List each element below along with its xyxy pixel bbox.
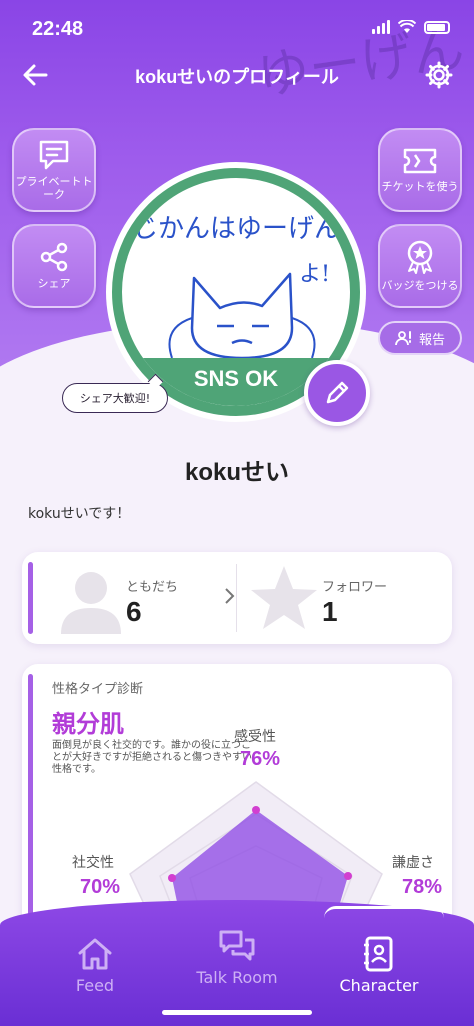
friends-count: 6 xyxy=(126,596,142,627)
chat-bubbles-icon xyxy=(219,930,255,961)
followers-label: フォロワー xyxy=(322,580,388,595)
nav-bar: kokuせいのプロフィール xyxy=(0,56,474,96)
tab-character[interactable]: Character xyxy=(314,936,444,1006)
share-label: シェア xyxy=(37,277,71,291)
badge-medal-icon xyxy=(407,241,433,275)
trait-value-sociability: 70% xyxy=(80,876,121,898)
pencil-icon xyxy=(326,381,349,404)
person-silhouette-icon xyxy=(61,572,121,634)
chevron-right-icon xyxy=(225,588,235,604)
tab-talk-room-label: Talk Room xyxy=(196,968,278,987)
status-bar: 22:48 xyxy=(0,0,474,54)
tab-feed[interactable]: Feed xyxy=(30,936,160,1006)
stats-card: ともだち 6 フォロワー 1 xyxy=(22,552,452,644)
avatar-drawing-text: じかんはゆーげん xyxy=(131,214,340,244)
private-talk-button[interactable]: プライベートトーク xyxy=(12,128,96,212)
report-button[interactable]: 報告 xyxy=(378,321,462,355)
edit-profile-button[interactable] xyxy=(304,360,370,426)
profile-username: kokuせい xyxy=(184,459,289,486)
share-button[interactable]: シェア xyxy=(12,224,96,308)
card-accent xyxy=(28,562,33,634)
battery-icon xyxy=(424,20,450,34)
friends-label: ともだち xyxy=(126,580,179,595)
trait-label-sensitivity: 感受性 xyxy=(234,729,276,745)
contacts-book-icon xyxy=(364,936,393,972)
wifi-icon xyxy=(398,20,416,33)
share-icon xyxy=(40,243,68,272)
tab-bar-highlight xyxy=(324,906,444,918)
trait-value-sensitivity: 76% xyxy=(240,748,281,770)
tab-talk-room[interactable]: Talk Room xyxy=(172,928,302,998)
private-talk-label: プライベートトーク xyxy=(15,174,93,201)
trait-label-sociability: 社交性 xyxy=(72,855,114,871)
badge-button[interactable]: バッジをつける xyxy=(378,224,462,308)
status-icons xyxy=(372,20,450,34)
gear-icon[interactable] xyxy=(424,60,454,90)
message-icon xyxy=(39,140,69,170)
cat-drawing xyxy=(168,272,316,360)
star-silhouette-icon xyxy=(251,566,317,629)
share-welcome-bubble: シェア大歓迎! xyxy=(62,383,168,413)
tab-character-label: Character xyxy=(339,976,419,995)
use-ticket-button[interactable]: チケットを使う xyxy=(378,128,462,212)
friends-stat[interactable]: ともだち 6 xyxy=(42,552,236,644)
page-title: kokuせいのプロフィール xyxy=(135,67,339,87)
stats-divider xyxy=(236,564,237,632)
profile-bio: kokuせいです！ xyxy=(28,506,131,522)
trait-value-humility: 78% xyxy=(402,876,443,898)
tab-feed-label: Feed xyxy=(75,976,115,995)
report-user-icon xyxy=(395,331,411,346)
trait-label-humility: 謙虚さ xyxy=(392,855,434,871)
report-label: 報告 xyxy=(418,332,445,348)
back-arrow-icon[interactable] xyxy=(20,60,50,90)
home-icon xyxy=(78,938,112,970)
use-ticket-label: チケットを使う xyxy=(381,180,459,194)
badge-label: バッジをつける xyxy=(381,279,459,293)
ticket-icon xyxy=(403,149,437,174)
status-time: 22:48 xyxy=(32,18,84,40)
followers-count: 1 xyxy=(322,596,338,627)
signal-icon xyxy=(372,20,390,34)
followers-stat[interactable]: フォロワー 1 xyxy=(238,552,452,644)
home-indicator xyxy=(162,1010,312,1015)
